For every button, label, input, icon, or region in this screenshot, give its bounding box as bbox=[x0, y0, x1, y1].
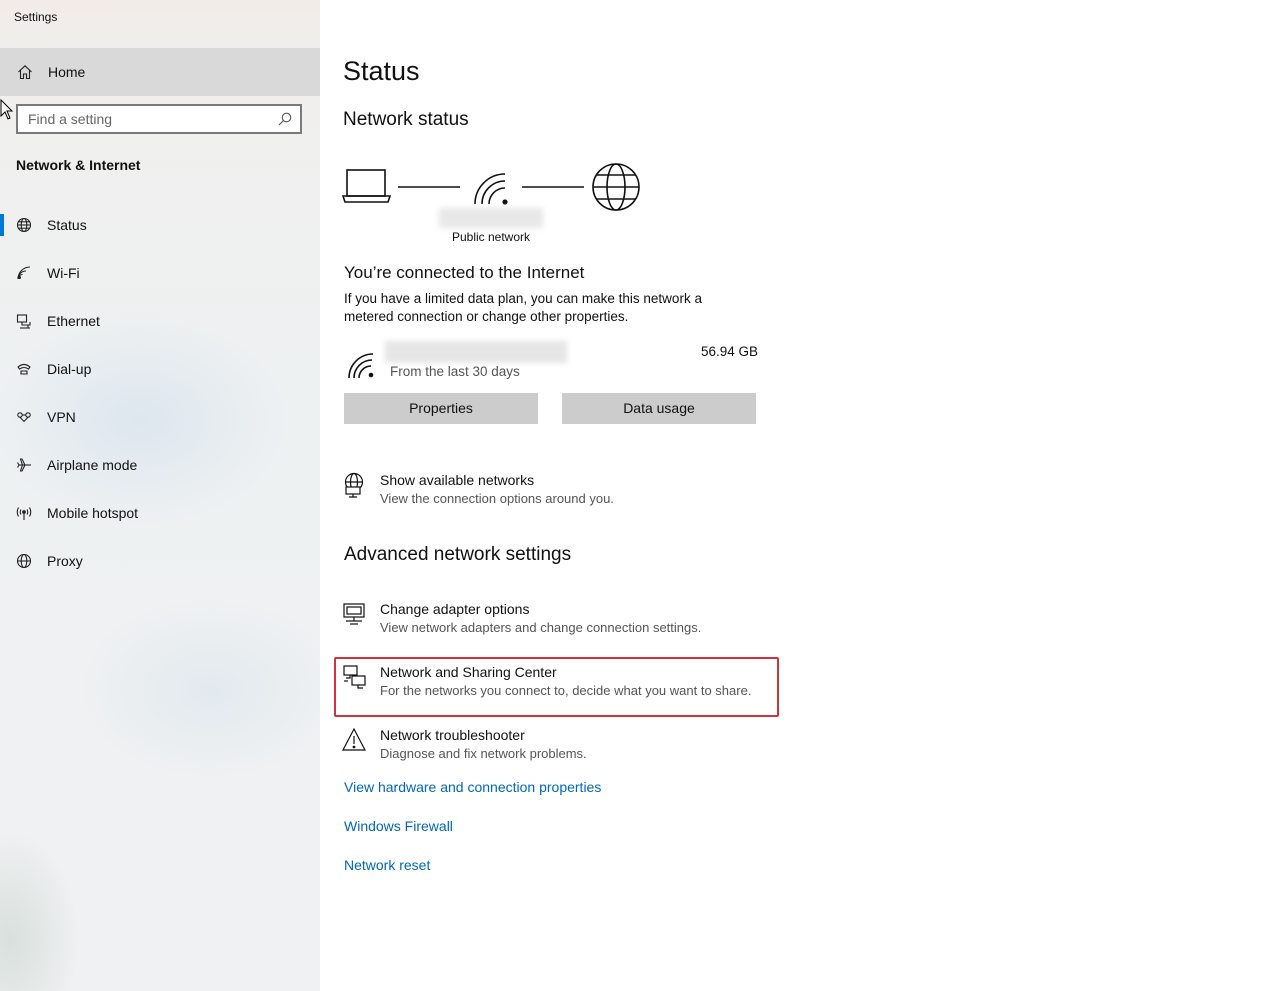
section-title: Network & Internet bbox=[16, 157, 141, 173]
connection-description: If you have a limited data plan, you can… bbox=[344, 291, 702, 324]
usage-amount: 56.94 GB bbox=[701, 344, 759, 359]
windows-firewall-link[interactable]: Windows Firewall bbox=[344, 818, 453, 834]
sidebar-item-label: Airplane mode bbox=[47, 457, 138, 473]
search-box[interactable] bbox=[16, 104, 302, 134]
option-subtitle: View network adapters and change connect… bbox=[380, 620, 702, 635]
sidebar-item-label: Ethernet bbox=[47, 313, 100, 329]
wifi-icon bbox=[17, 266, 31, 280]
sidebar-item-dialup[interactable]: Dial-up bbox=[0, 349, 320, 389]
globe-icon bbox=[16, 553, 32, 569]
wifi-signal-icon bbox=[474, 173, 508, 205]
network-status-heading: Network status bbox=[343, 109, 469, 130]
data-usage-button[interactable]: Data usage bbox=[562, 393, 756, 424]
show-available-networks[interactable]: Show available networks View the connect… bbox=[342, 472, 782, 518]
option-title: Change adapter options bbox=[380, 601, 530, 617]
properties-button[interactable]: Properties bbox=[344, 393, 538, 424]
warning-icon bbox=[342, 727, 366, 751]
network-globe-icon bbox=[344, 472, 364, 498]
redacted-network-name bbox=[439, 208, 543, 228]
sidebar-item-airplane-mode[interactable]: Airplane mode bbox=[0, 445, 320, 485]
page-title: Status bbox=[343, 56, 420, 86]
network-troubleshooter[interactable]: Network troubleshooter Diagnose and fix … bbox=[342, 727, 782, 773]
main-content: Status Network status Public network You… bbox=[320, 0, 1281, 991]
airplane-icon bbox=[17, 458, 31, 472]
globe-status-icon bbox=[16, 217, 32, 233]
sidebar-item-status[interactable]: Status bbox=[0, 205, 320, 245]
hotspot-icon bbox=[16, 507, 32, 520]
home-icon bbox=[18, 65, 32, 80]
option-subtitle: View the connection options around you. bbox=[380, 491, 614, 506]
sidebar-item-label: Wi-Fi bbox=[47, 265, 80, 281]
redacted-ssid bbox=[385, 341, 567, 363]
option-title: Network troubleshooter bbox=[380, 727, 525, 743]
advanced-settings-heading: Advanced network settings bbox=[344, 544, 572, 565]
sidebar-item-mobile-hotspot[interactable]: Mobile hotspot bbox=[0, 493, 320, 533]
vpn-icon bbox=[17, 412, 31, 423]
sidebar-item-ethernet[interactable]: Ethernet bbox=[0, 301, 320, 341]
adapter-icon bbox=[343, 603, 365, 625]
highlight-box bbox=[334, 657, 779, 717]
active-indicator bbox=[0, 214, 4, 236]
mouse-cursor-icon bbox=[0, 99, 14, 120]
window-title: Settings bbox=[14, 10, 58, 24]
ethernet-icon bbox=[16, 314, 31, 329]
connection-status-heading: You’re connected to the Internet bbox=[344, 263, 585, 282]
sidebar: Settings Home Network & Internet Status … bbox=[0, 0, 320, 991]
sidebar-item-proxy[interactable]: Proxy bbox=[0, 541, 320, 581]
option-subtitle: Diagnose and fix network problems. bbox=[380, 746, 587, 761]
option-title: Show available networks bbox=[380, 472, 535, 488]
change-adapter-options[interactable]: Change adapter options View network adap… bbox=[342, 601, 782, 647]
sidebar-item-label: VPN bbox=[47, 409, 76, 425]
search-input[interactable] bbox=[18, 106, 268, 132]
sidebar-item-wifi[interactable]: Wi-Fi bbox=[0, 253, 320, 293]
sidebar-item-label: Mobile hotspot bbox=[47, 505, 139, 521]
sidebar-item-label: Home bbox=[48, 64, 86, 80]
laptop-icon bbox=[342, 169, 392, 203]
view-hardware-properties-link[interactable]: View hardware and connection properties bbox=[344, 779, 601, 795]
sidebar-item-label: Status bbox=[47, 217, 87, 233]
dialup-icon bbox=[17, 363, 31, 375]
sidebar-item-label: Proxy bbox=[47, 553, 83, 569]
usage-period: From the last 30 days bbox=[390, 364, 520, 379]
wifi-icon bbox=[348, 353, 374, 379]
internet-globe-icon bbox=[592, 163, 640, 211]
network-reset-link[interactable]: Network reset bbox=[344, 857, 430, 873]
sidebar-item-vpn[interactable]: VPN bbox=[0, 397, 320, 437]
network-type-label: Public network bbox=[451, 230, 531, 244]
sidebar-item-label: Dial-up bbox=[47, 361, 92, 377]
search-icon[interactable] bbox=[278, 112, 292, 126]
sidebar-item-home[interactable]: Home bbox=[0, 48, 320, 96]
